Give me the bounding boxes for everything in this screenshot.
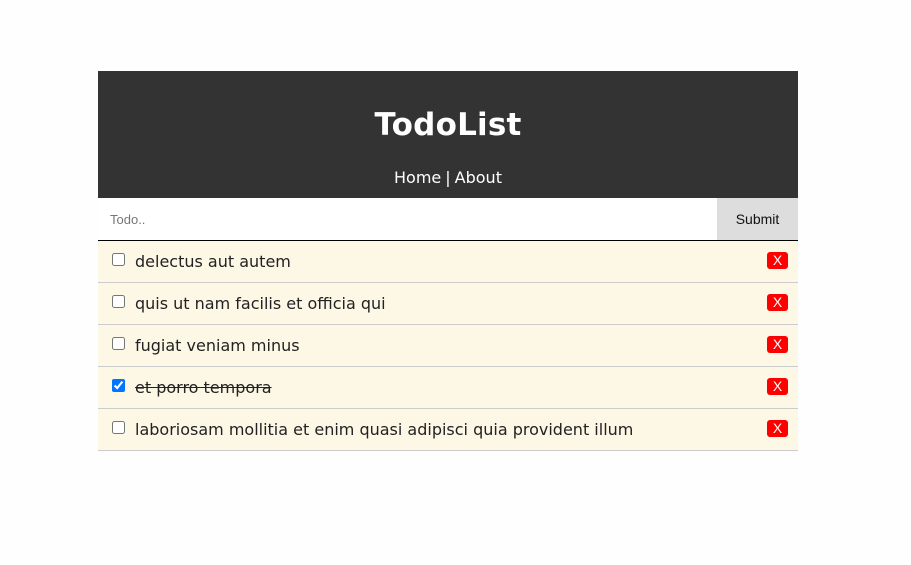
todo-item: fugiat veniam minus X: [98, 325, 798, 367]
todo-checkbox[interactable]: [112, 421, 125, 434]
page-title: TodoList: [374, 107, 522, 143]
todo-text: laboriosam mollitia et enim quasi adipis…: [135, 420, 634, 439]
todo-checkbox[interactable]: [112, 295, 125, 308]
todo-list: delectus aut autem X quis ut nam facilis…: [98, 241, 798, 451]
app-header: TodoList Home | About: [98, 71, 798, 198]
delete-button[interactable]: X: [767, 336, 788, 353]
nav-home-link[interactable]: Home: [394, 168, 441, 187]
todo-text: quis ut nam facilis et officia qui: [135, 294, 386, 313]
add-todo-form: Submit: [98, 198, 798, 241]
delete-button[interactable]: X: [767, 294, 788, 311]
todo-input[interactable]: [98, 198, 717, 240]
delete-button[interactable]: X: [767, 252, 788, 269]
submit-button[interactable]: Submit: [717, 198, 798, 240]
nav-separator: |: [445, 168, 451, 187]
todo-text: delectus aut autem: [135, 252, 291, 271]
delete-button[interactable]: X: [767, 378, 788, 395]
todo-checkbox[interactable]: [112, 253, 125, 266]
nav-links: Home | About: [98, 168, 798, 188]
todo-item: delectus aut autem X: [98, 241, 798, 283]
delete-button[interactable]: X: [767, 420, 788, 437]
todo-text: et porro tempora: [135, 378, 272, 397]
todo-item: et porro tempora X: [98, 367, 798, 409]
todo-app: TodoList Home|About Submit delectus aut …: [98, 71, 798, 451]
todo-item: quis ut nam facilis et officia qui X: [98, 283, 798, 325]
todo-checkbox[interactable]: [112, 337, 125, 350]
todo-checkbox[interactable]: [112, 379, 125, 392]
todo-text: fugiat veniam minus: [135, 336, 300, 355]
todo-item: laboriosam mollitia et enim quasi adipis…: [98, 409, 798, 451]
nav-about-link[interactable]: About: [455, 168, 502, 187]
